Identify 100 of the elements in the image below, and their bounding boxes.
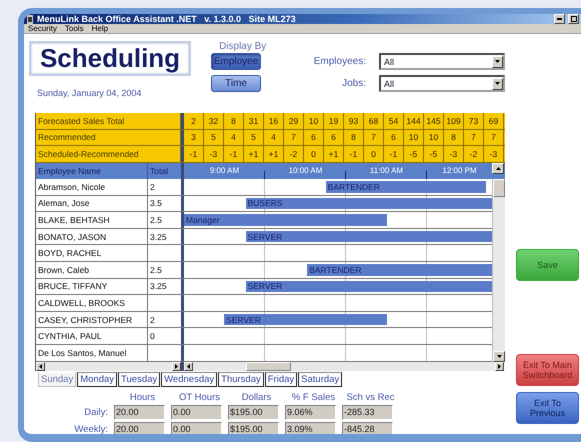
total-hours: 3.5 [149, 197, 163, 210]
menu-item[interactable]: Help [92, 24, 108, 33]
minimize-button[interactable] [554, 14, 565, 24]
totals-field: 20.00 [114, 404, 165, 420]
employee-name[interactable]: BONATO, JASON [36, 228, 148, 244]
shift-bar[interactable]: BARTENDER [326, 181, 486, 193]
summary-cell: 3 [184, 130, 204, 145]
summary-cell: 10 [404, 130, 424, 145]
back-button[interactable]: Exit To Previous [516, 392, 579, 424]
summary-cell: 2 [184, 113, 204, 128]
shift-bar[interactable]: Manager [184, 214, 388, 226]
display-toggle-button[interactable]: Time [211, 75, 262, 92]
employee-name[interactable]: De Los Santos, Manuel [36, 344, 148, 361]
shift-bar[interactable]: SERVER [246, 230, 492, 242]
summary-cell: 19 [324, 113, 344, 128]
employee-name[interactable]: BRUCE, TIFFANY [36, 278, 148, 294]
summary-cell: 32 [204, 113, 224, 128]
summary-cell: +1 [244, 146, 264, 162]
day-tab[interactable]: Tuesday [118, 372, 160, 387]
right-arrow-icon [174, 364, 179, 369]
summary-cell: 6 [384, 130, 404, 145]
totals-field: 3.09% [285, 422, 336, 434]
menu-item[interactable]: Tools [64, 24, 84, 33]
summary-cell: -2 [464, 146, 484, 162]
totals-field: $195.00 [228, 422, 279, 434]
summary-cell: 69 [484, 113, 504, 128]
dropdown-arrow-icon [495, 59, 500, 64]
employee-name[interactable]: CASEY, CHRISTOPHER [36, 312, 148, 328]
employee-name[interactable]: BOYD, RACHEL [36, 245, 148, 261]
scroll-up-button[interactable] [492, 162, 504, 174]
shift-bar[interactable]: SERVER [224, 314, 388, 326]
summary-cell: 7 [464, 130, 484, 145]
summary-cell: +1 [324, 146, 344, 162]
time-header: 10:00 AM [288, 165, 324, 178]
totals-column-header: Dollars [240, 392, 272, 403]
summary-cell: 7 [284, 130, 304, 145]
day-tab[interactable]: Sunday [38, 372, 76, 387]
scroll-down-button[interactable] [493, 350, 505, 362]
day-tab[interactable]: Monday [77, 372, 118, 387]
totals-column-header: Sch vs Rec [345, 392, 396, 403]
filter-dropdown[interactable]: All [379, 53, 505, 70]
left-arrow-icon [186, 364, 191, 369]
column-header: Total [149, 164, 169, 178]
employee-name[interactable]: CYNTHIA, PAUL [36, 328, 148, 344]
dropdown-arrow-icon [495, 81, 500, 86]
left-arrow-icon [38, 364, 43, 369]
summary-cell: 145 [424, 113, 444, 128]
display-by-label: Display By [219, 41, 266, 52]
summary-cell: 31 [244, 113, 264, 128]
totals-field: 0.00 [171, 404, 222, 420]
summary-cell: 16 [264, 113, 284, 128]
menu-item[interactable]: Security [28, 24, 57, 33]
day-tab[interactable]: Wednesday [161, 372, 218, 387]
time-header: 12:00 PM [441, 165, 478, 178]
summary-cell: -2 [284, 146, 304, 162]
shift-bar[interactable]: BUSERS [246, 198, 492, 210]
employee-name[interactable]: BLAKE, BEHTASH [36, 212, 148, 228]
shift-bar[interactable]: SERVER [246, 280, 492, 292]
totals-row-label: Weekly: [73, 424, 109, 434]
right-arrow-icon [497, 364, 502, 369]
summary-cell: 10 [304, 113, 324, 128]
summary-cell: 29 [284, 113, 304, 128]
day-tab[interactable]: Saturday [298, 372, 342, 387]
summary-cell: -3 [484, 146, 504, 162]
summary-cell: 0 [304, 146, 324, 162]
totals-column-header: Hours [128, 392, 156, 403]
maximize-icon [570, 16, 576, 22]
summary-cell: 8 [224, 113, 244, 128]
employee-name[interactable]: Brown, Caleb [36, 262, 148, 278]
summary-cell: +1 [264, 146, 284, 162]
summary-cell: 144 [404, 113, 424, 128]
time-header: 9:00 AM [208, 165, 240, 178]
totals-column-header: OT Hours [178, 392, 221, 403]
employee-name[interactable]: Aleman, Jose [36, 196, 148, 212]
summary-cell: 7 [484, 130, 504, 145]
summary-cell: 10 [424, 130, 444, 145]
employee-name[interactable]: Abramson, Nicole [36, 179, 148, 195]
employee-name[interactable]: CALDWELL, BROOKS [36, 295, 148, 311]
down-arrow-icon [496, 354, 502, 359]
summary-cell: 4 [264, 130, 284, 145]
up-arrow-icon [496, 166, 500, 170]
day-tab[interactable]: Thursday [218, 372, 264, 387]
summary-cell: 4 [224, 130, 244, 145]
shift-bar[interactable]: BARTENDER [307, 264, 492, 276]
totals-column-header: % F Sales [290, 392, 336, 403]
summary-cell: -1 [384, 146, 404, 162]
totals-field: 0.00 [171, 422, 222, 434]
summary-cell: -1 [344, 146, 364, 162]
maximize-button[interactable] [568, 14, 579, 24]
total-hours: 3.25 [149, 280, 168, 294]
total-hours: 2.5 [149, 264, 163, 277]
filter-label: Jobs: [341, 78, 366, 89]
scroll-thumb[interactable] [493, 179, 505, 197]
summary-cell: 109 [444, 113, 464, 128]
summary-cell: -3 [444, 146, 464, 162]
day-tab[interactable]: Friday [264, 372, 298, 387]
summary-cell: 93 [344, 113, 364, 128]
filter-dropdown[interactable]: All [379, 75, 505, 92]
totals-field: -285.33 [342, 404, 393, 420]
total-hours: 2 [149, 314, 156, 327]
